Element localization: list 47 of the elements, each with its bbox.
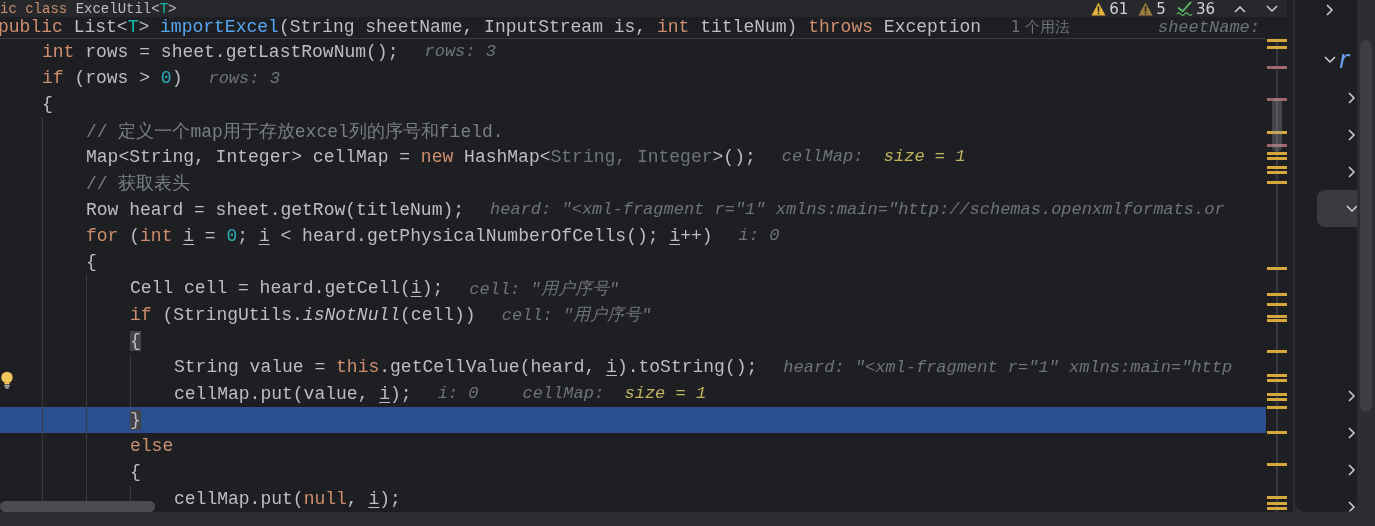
inspection-counter[interactable]: 5: [1138, 0, 1166, 18]
code-line: Cell cell = heard.getCell(i);: [130, 278, 444, 299]
inlay-hint: cell: "用户序号": [501, 304, 652, 327]
tree-item-label[interactable]: r: [1339, 46, 1349, 74]
scrollbar-thumb[interactable]: [1272, 98, 1282, 152]
code-line: cellMap.put(null, i);: [174, 488, 401, 509]
inlay-hint: heard: "<xml-fragment r="1" xmlns:main="http://schemas.openxmlformats.or: [490, 200, 1225, 219]
code-line: // 获取表头: [86, 173, 191, 196]
scrollbar-thumb[interactable]: [0, 501, 155, 512]
inspection-counter[interactable]: 36: [1175, 0, 1215, 18]
chevron-down-icon[interactable]: [1265, 3, 1279, 14]
code-line: {: [42, 94, 53, 115]
inspection-counter[interactable]: 61: [1091, 0, 1129, 18]
code-line: else: [130, 436, 174, 457]
inlay-hint: rows: 3: [424, 42, 496, 62]
inlay-hint: cellMap: size = 1: [522, 384, 707, 404]
code-line: String value = this.getCellValue(heard, i).toString();: [174, 357, 758, 378]
code-line: if (rows > 0): [42, 68, 183, 89]
chevron-right-icon[interactable]: [1345, 90, 1357, 105]
inlay-hint: cell: "用户序号": [469, 278, 619, 300]
inlay-hint: heard: "<xml-fragment r="1" xmlns:main="http: [783, 357, 1233, 377]
check-icon: [1175, 1, 1193, 16]
chevron-right-icon[interactable]: [1345, 127, 1357, 142]
lightbulb-icon[interactable]: [0, 370, 14, 391]
inlay-hint: rows: 3: [208, 68, 280, 88]
code-line: {: [86, 252, 97, 273]
code-line: // 定义一个map用于存放excel列的序号和field.: [86, 120, 504, 143]
code-line: public List<T> importExcel(String sheetName, InputStream is, int titleNum) throws Exception: [0, 17, 982, 38]
code-line: if (StringUtils.isNotNull(cell)): [130, 304, 476, 325]
code-line: ic class ExcelUtil<T>: [0, 0, 177, 17]
inlay-hint: cellMap: size = 1: [781, 147, 966, 167]
chevron-right-icon[interactable]: [1345, 462, 1357, 477]
chevron-up-icon[interactable]: [1233, 3, 1247, 14]
inlay-hint: i: 0: [738, 226, 780, 246]
inlay-hint: i: 0: [437, 384, 479, 404]
chevron-right-icon[interactable]: [1345, 425, 1357, 440]
chevron-right-icon[interactable]: [1345, 164, 1357, 179]
code-line: Map<String, Integer> cellMap = new HashMap<String, Integer>();: [86, 146, 756, 167]
code-line: {: [130, 462, 141, 483]
chevron-right-icon[interactable]: [1345, 388, 1357, 403]
inlay-hint: sheetName:: [1157, 17, 1260, 37]
code-line: Row heard = sheet.getRow(titleNum);: [86, 199, 465, 220]
code-line: int rows = sheet.getLastRowNum();: [42, 41, 399, 62]
code-line: cellMap.put(value, i);: [174, 383, 412, 404]
code-line: for (int i = 0; i < heard.getPhysicalNumberOfCells(); i++): [86, 225, 713, 246]
usages-hint: 1 个用法: [1011, 17, 1071, 37]
chevron-right-icon[interactable]: [1345, 499, 1357, 512]
